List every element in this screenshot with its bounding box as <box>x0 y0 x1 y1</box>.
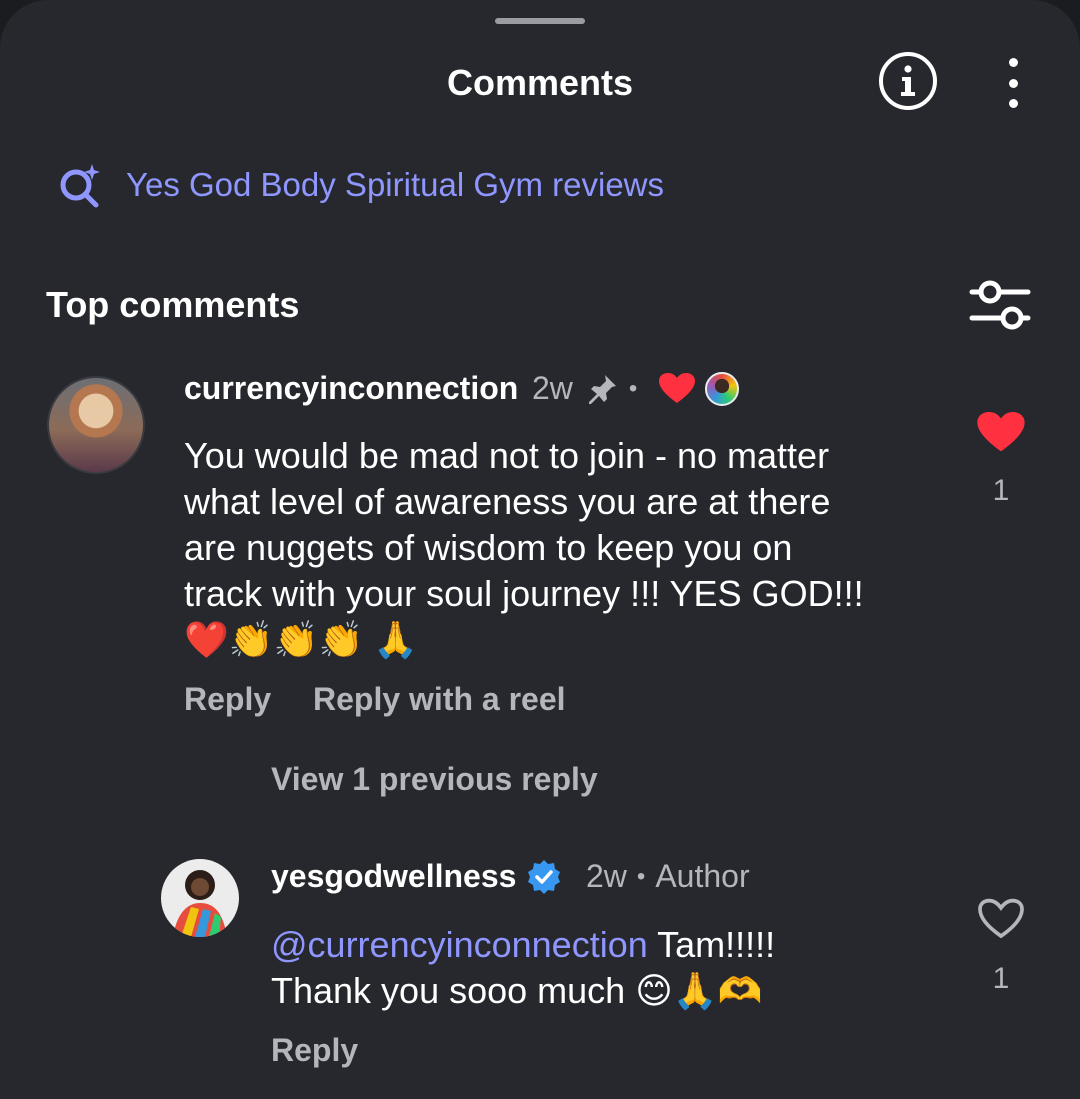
like-count: 1 <box>992 962 1010 995</box>
author-label: Author <box>655 858 750 894</box>
view-previous-replies-button[interactable]: View 1 previous reply <box>271 761 598 798</box>
filter-icon[interactable] <box>968 278 1032 334</box>
more-dot-icon <box>1008 99 1018 108</box>
verified-badge-icon <box>528 859 560 894</box>
avatar-illustration <box>173 870 227 937</box>
search-suggestion[interactable]: Yes God Body Spiritual Gym reviews <box>56 160 664 210</box>
separator-dot: • <box>636 862 646 890</box>
comment-emojis: ❤️👏👏👏 🙏 <box>184 619 419 660</box>
reply-button[interactable]: Reply <box>271 1032 358 1069</box>
more-dot-icon <box>1008 58 1018 67</box>
comment-meta: 2w • <box>532 370 740 407</box>
search-suggestion-label: Yes God Body Spiritual Gym reviews <box>126 166 665 203</box>
reply-text: @currencyinconnection Tam!!!!! Thank you… <box>271 922 775 1014</box>
comment-text-line: what level of awareness you are at there <box>184 481 831 522</box>
avatar[interactable] <box>161 859 239 937</box>
comment-text-line: are nuggets of wisdom to keep you on <box>184 527 793 568</box>
comments-sheet: Comments Yes God Body Spiritual Gym revi… <box>0 0 1080 1099</box>
info-button[interactable] <box>879 52 937 110</box>
comment-text: You would be mad not to join - no matter… <box>184 433 864 663</box>
reply-time: 2w <box>586 858 627 894</box>
drag-handle[interactable] <box>495 18 585 24</box>
separator-dot: • <box>628 374 638 402</box>
like-heart-outline-icon[interactable] <box>977 898 1025 940</box>
more-dot-icon <box>1008 78 1018 88</box>
avatar[interactable] <box>47 376 145 474</box>
comment-username[interactable]: currencyinconnection <box>184 370 518 407</box>
comment-time: 2w <box>532 370 573 406</box>
reply-text-line: @currencyinconnection Tam!!!!! <box>271 922 775 968</box>
reply-text-fragment: Tam!!!!! <box>647 924 776 965</box>
reply-meta: 2w • Author <box>526 858 750 895</box>
author-avatar-mini <box>705 371 740 406</box>
mention-link[interactable]: @currencyinconnection <box>271 924 648 965</box>
top-comments-heading: Top comments <box>46 284 300 325</box>
info-icon <box>901 65 915 96</box>
reply-with-reel-button[interactable]: Reply with a reel <box>313 681 566 718</box>
pin-icon <box>588 374 616 404</box>
comment-text-line: track with your soul journey !!! YES GOD… <box>184 573 864 614</box>
more-options-button[interactable] <box>996 58 1030 108</box>
reply-username[interactable]: yesgodwellness <box>271 858 516 895</box>
like-count: 1 <box>992 474 1010 507</box>
like-heart-icon[interactable] <box>977 412 1025 454</box>
comment-text-line: You would be mad not to join - no matter <box>184 435 830 476</box>
ai-search-icon <box>60 164 100 208</box>
reply-button[interactable]: Reply <box>184 681 271 718</box>
author-liked-heart-icon <box>659 372 696 403</box>
reply-text-line: Thank you sooo much 😊🙏🫶 <box>271 970 763 1011</box>
